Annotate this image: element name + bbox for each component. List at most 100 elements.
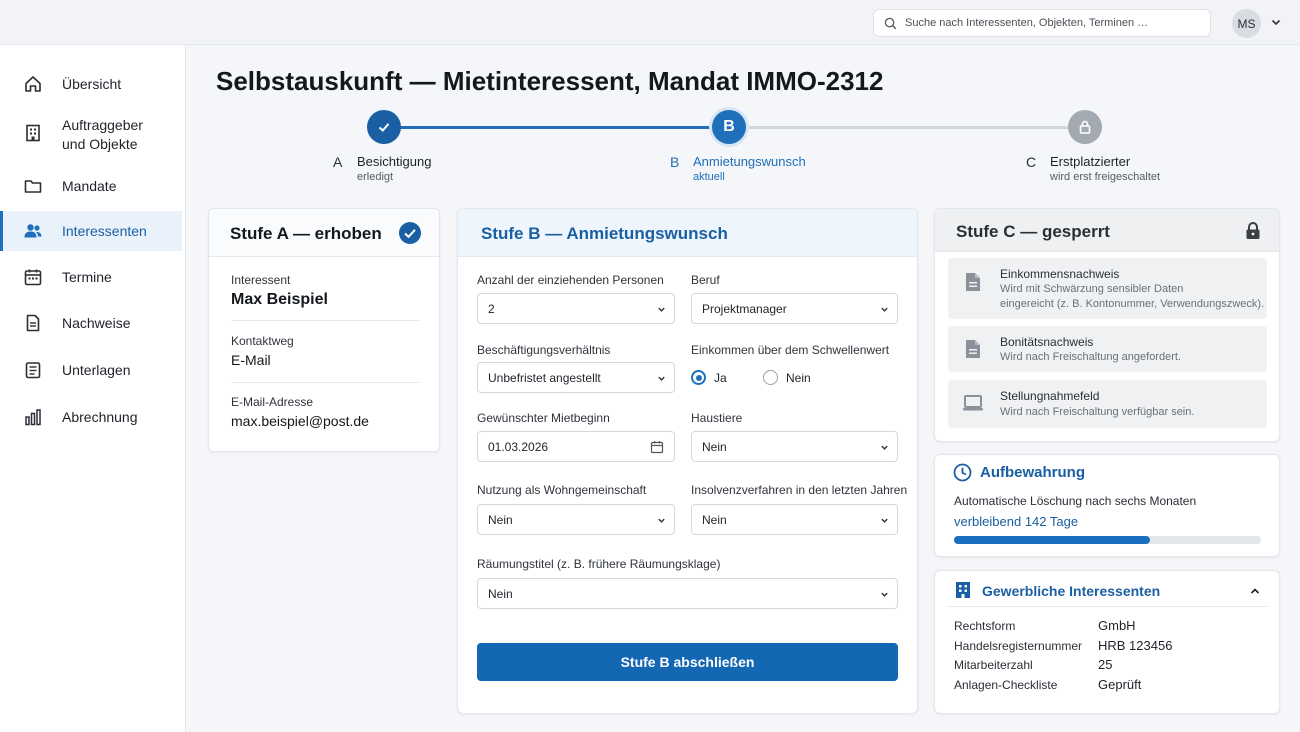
divider [947,606,1268,607]
check-icon [378,123,390,132]
pets-value: Nein [702,439,727,454]
step-c-name: Erstplatzierter [1050,154,1131,169]
locked-item-statement: Stellungnahmefeld Wird nach Freischaltun… [948,380,1267,428]
complete-stage-b-button[interactable]: Stufe B abschließen [477,643,898,681]
stage-a-header: Stufe A — erhoben [209,209,439,257]
interessent-value: Max Beispiel [231,291,328,308]
chevron-down-icon [658,307,665,312]
calendar-icon[interactable] [650,440,664,454]
step-b-name: Anmietungswunsch [693,154,806,169]
sidebar-item-label: Termine [62,268,112,285]
search-icon [884,17,897,29]
sidebar-item-abrechnung[interactable]: Abrechnung [0,404,182,430]
field-label: Interessent [231,273,291,287]
shared-value: Nein [488,512,513,527]
stage-a-card: Stufe A — erhoben Interessent Max Beispi… [208,208,440,452]
files-icon [25,362,41,379]
eviction-value: Nein [488,586,513,601]
locked-item-desc: Wird nach Freischaltung angefordert. [1000,351,1181,363]
eviction-select[interactable]: Nein [477,578,898,609]
top-bar: MS [0,0,1300,45]
avatar-initials: MS [1237,16,1256,31]
building-icon [26,124,40,142]
sidebar-item-label: Unterlagen [62,361,131,378]
sidebar-item-termine[interactable]: Termine [0,264,182,290]
income-radio-no[interactable] [763,370,778,385]
employment-select[interactable]: Unbefristet angestellt [477,362,675,393]
document-icon [966,273,980,291]
step-a-indicator[interactable] [367,110,401,144]
users-icon [24,224,42,238]
kv-label: Mitarbeiterzahl [954,658,1033,672]
sidebar-item-label: Interessenten [62,222,147,239]
sidebar-item-uebersicht[interactable]: Übersicht [0,71,182,97]
step-c-status: wird erst freigeschaltet [1050,171,1161,183]
chevron-down-icon [881,445,888,450]
insolvency-value: Nein [702,512,727,527]
user-avatar[interactable]: MS [1232,9,1261,38]
global-search[interactable] [873,9,1211,37]
job-select[interactable]: Projektmanager [691,293,898,324]
income-radio-yes[interactable] [691,370,706,385]
step-b-indicator[interactable]: B [712,110,746,144]
step-b-status: aktuell [693,171,725,183]
employment-value: Unbefristet angestellt [488,370,601,385]
income-label: Einkommen über dem Schwellenwert [691,343,890,357]
clock-icon [953,463,972,482]
sidebar-item-nachweise[interactable]: Nachweise [0,310,182,336]
pets-select[interactable]: Nein [691,431,898,462]
step-a-status: erledigt [357,171,394,183]
chevron-down-icon [658,376,665,381]
document-icon [966,340,980,358]
locked-item-title: Einkommensnachweis [1000,267,1120,281]
stage-a-title: Stufe A — erhoben [230,224,382,243]
start-date-input[interactable]: 01.03.2026 [477,431,675,462]
locked-item-title: Stellungnahmefeld [1000,389,1100,403]
stage-b-header: Stufe B — Anmietungswunsch [458,209,917,257]
lock-icon [1246,222,1260,239]
sidebar-item-auftraggeber[interactable]: Auftraggeber und Objekte [0,115,182,155]
chevron-down-icon [881,518,888,523]
stage-c-header: Stufe C — gesperrt [935,209,1279,252]
sidebar-item-unterlagen[interactable]: Unterlagen [0,357,182,383]
check-circle-icon [399,222,421,244]
sidebar-item-label: Übersicht [62,75,122,92]
insolvency-select[interactable]: Nein [691,504,898,535]
retention-title: Aufbewahrung [980,464,1085,481]
locked-item-desc: Wird nach Freischaltung verfügbar sein. [1000,406,1195,418]
stage-c-title: Stufe C — gesperrt [956,222,1110,241]
step-b-letter-label: B [670,154,680,170]
chevron-up-icon[interactable] [1249,585,1261,597]
page-title: Selbstauskunft — Mietinteressent, Mandat… [216,66,884,96]
retention-remaining: verbleibend 142 Tage [954,514,1079,529]
search-input[interactable] [905,17,1195,29]
retention-progress-track [954,536,1261,544]
locked-item-title: Bonitätsnachweis [1000,335,1094,349]
sidebar-item-interessenten[interactable]: Interessenten [0,211,182,251]
income-radio-yes-label: Ja [714,371,727,385]
sidebar-item-mandate[interactable]: Mandate [0,173,182,199]
folder-icon [24,180,42,193]
locked-item-credit: Bonitätsnachweis Wird nach Freischaltung… [948,326,1267,372]
kv-value: HRB 123456 [1098,638,1173,653]
chevron-down-icon [881,592,888,597]
kv-value: 25 [1098,657,1113,672]
kv-value: GmbH [1098,618,1136,633]
pets-label: Haustiere [691,411,743,425]
employment-label: Beschäftigungsverhältnis [477,343,611,357]
laptop-icon [963,395,983,411]
chevron-down-icon[interactable] [1270,16,1282,28]
stage-b-title: Stufe B — Anmietungswunsch [481,224,728,243]
bar-chart-icon [25,409,41,426]
persons-select[interactable]: 2 [477,293,675,324]
shared-select[interactable]: Nein [477,504,675,535]
chevron-down-icon [658,518,665,523]
kv-value: Geprüft [1098,677,1142,692]
retention-text: Automatische Löschung nach sechs Monaten [954,494,1197,508]
sidebar-item-label: Mandate [62,177,117,194]
stepper-line-done [400,126,713,129]
divider [231,382,420,383]
step-a-letter: A [333,154,343,170]
locked-item-desc: Wird mit Schwärzung sensibler Daten [1000,283,1184,295]
field-label: Kontaktweg [231,334,294,348]
